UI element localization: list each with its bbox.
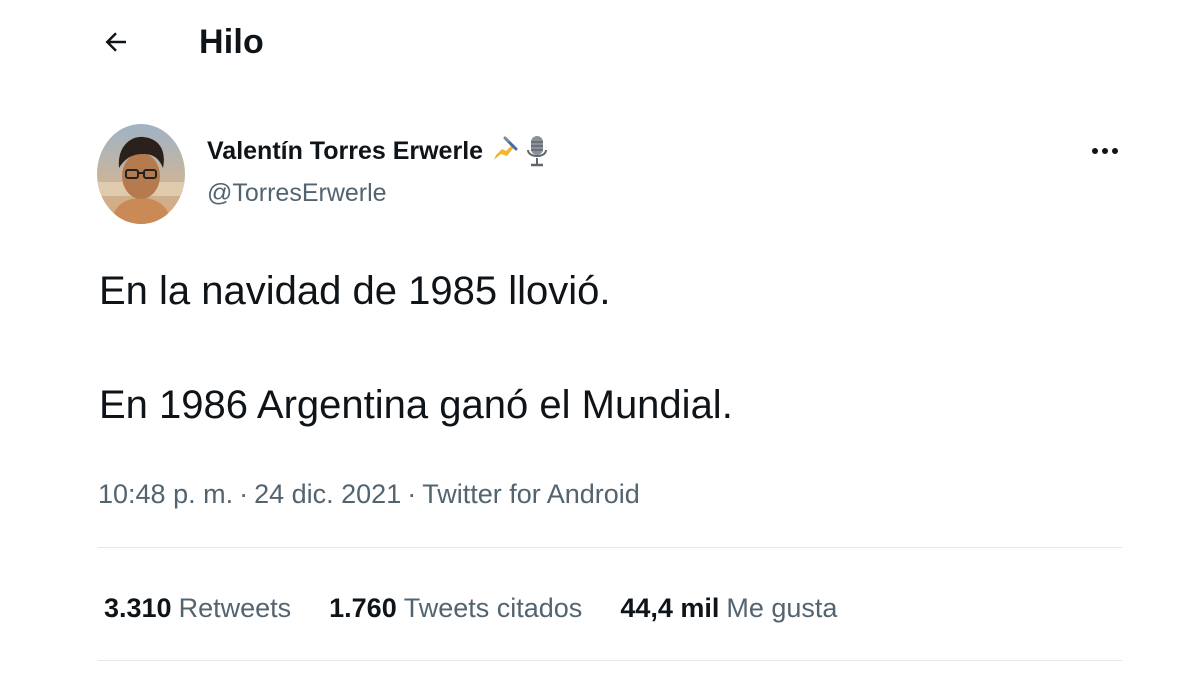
meta-separator: · bbox=[239, 479, 249, 509]
author-name-text: Valentín Torres Erwerle bbox=[207, 137, 484, 165]
avatar-photo bbox=[97, 124, 185, 224]
tweet-source[interactable]: Twitter for Android bbox=[422, 479, 640, 509]
meta-separator: · bbox=[407, 479, 417, 509]
tweet-stats: 3.310 Retweets 1.760 Tweets citados 44,4 m… bbox=[104, 590, 875, 626]
tweet-paragraph: En 1986 Argentina ganó el Mundial. bbox=[99, 383, 733, 427]
tweet-date[interactable]: 24 dic. 2021 bbox=[254, 479, 401, 509]
divider bbox=[98, 660, 1122, 661]
back-button[interactable] bbox=[96, 22, 136, 62]
likes-stat[interactable]: 44,4 mil Me gusta bbox=[620, 590, 837, 626]
quote-tweets-count: 1.760 bbox=[329, 593, 397, 623]
author-name[interactable]: Valentín Torres Erwerle bbox=[207, 133, 549, 169]
tweet-text: En la navidad de 1985 llovió. En 1986 Ar… bbox=[99, 262, 1099, 434]
header: Hilo bbox=[0, 0, 1200, 84]
author-handle[interactable]: @TorresErwerle bbox=[207, 175, 387, 211]
quote-tweets-label: Tweets citados bbox=[403, 593, 583, 623]
more-options-button[interactable] bbox=[1083, 134, 1127, 168]
retweets-stat[interactable]: 3.310 Retweets bbox=[104, 590, 291, 626]
more-horizontal-icon bbox=[1092, 148, 1118, 154]
tweet-metadata: 10:48 p. m. · 24 dic. 2021 · Twitter for And… bbox=[98, 476, 640, 512]
retweets-count: 3.310 bbox=[104, 593, 172, 623]
tweet-paragraph: En la navidad de 1985 llovió. bbox=[99, 269, 611, 313]
quote-tweets-stat[interactable]: 1.760 Tweets citados bbox=[329, 590, 582, 626]
writing-hand-icon bbox=[489, 136, 519, 166]
tweet-time[interactable]: 10:48 p. m. bbox=[98, 479, 233, 509]
page-title: Hilo bbox=[199, 23, 265, 61]
arrow-left-icon bbox=[105, 32, 126, 52]
divider bbox=[98, 547, 1122, 548]
likes-count: 44,4 mil bbox=[620, 593, 720, 623]
microphone-icon bbox=[525, 134, 549, 168]
avatar[interactable] bbox=[97, 124, 185, 224]
retweets-label: Retweets bbox=[178, 593, 292, 623]
likes-label: Me gusta bbox=[726, 593, 838, 623]
